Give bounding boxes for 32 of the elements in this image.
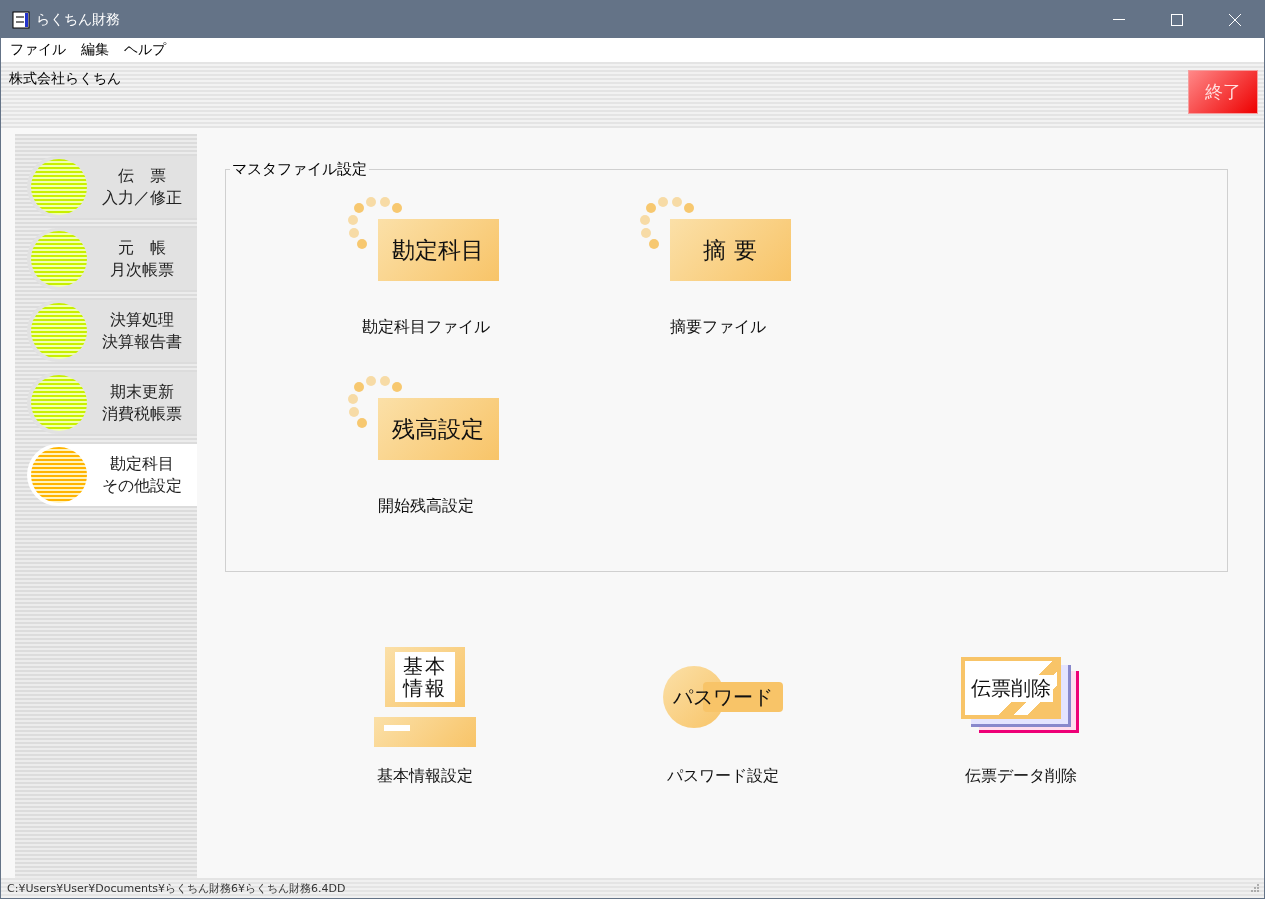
ball-icon <box>31 303 87 359</box>
tool-label: 基本情報設定 <box>377 766 473 787</box>
menu-item[interactable]: 編集 <box>76 41 117 59</box>
sidebar-item[interactable]: 元 帳 月次帳票 <box>27 228 197 290</box>
tool-label: 伝票データ削除 <box>965 766 1077 787</box>
ball-icon <box>31 159 87 215</box>
company-name: 株式会社らくちん <box>9 70 121 88</box>
tile-label: 勘定科目ファイル <box>362 317 490 338</box>
close-icon <box>1229 13 1241 26</box>
maximize-icon <box>1171 13 1183 26</box>
ball-icon <box>31 447 87 503</box>
sidebar-item[interactable]: 勘定科目 その他設定 <box>27 444 197 506</box>
tile-label: 開始残高設定 <box>378 496 474 517</box>
info-monitor-button[interactable]: 基本情報 <box>374 647 476 747</box>
master-tile-button[interactable]: 残高設定 <box>377 398 499 460</box>
group-title: マスタファイル設定 <box>231 160 368 179</box>
sidebar-item[interactable]: 期末更新 消費税帳票 <box>27 372 197 434</box>
ball-icon <box>31 375 87 431</box>
file-path: C:¥Users¥User¥Documents¥らくちん財務6¥らくちん財務6.4DD <box>7 880 346 896</box>
tile-label: 摘要ファイル <box>670 317 766 338</box>
sidebar-item[interactable]: 伝 票 入力／修正 <box>27 156 197 218</box>
sidebar-item[interactable]: 決算処理 決算報告書 <box>27 300 197 362</box>
menu-item[interactable]: ヘルプ <box>119 41 174 59</box>
app-icon <box>12 10 30 29</box>
master-tile-button[interactable]: 摘 要 <box>669 219 791 281</box>
tool-label: パスワード設定 <box>667 766 779 787</box>
ball-icon <box>31 231 87 287</box>
window-title: らくちん財務 <box>36 10 121 29</box>
master-tile-button[interactable]: 勘定科目 <box>377 219 499 281</box>
menu-item[interactable]: ファイル <box>5 41 74 59</box>
minimize-icon <box>1113 19 1125 20</box>
resize-grip-icon <box>1250 883 1260 893</box>
